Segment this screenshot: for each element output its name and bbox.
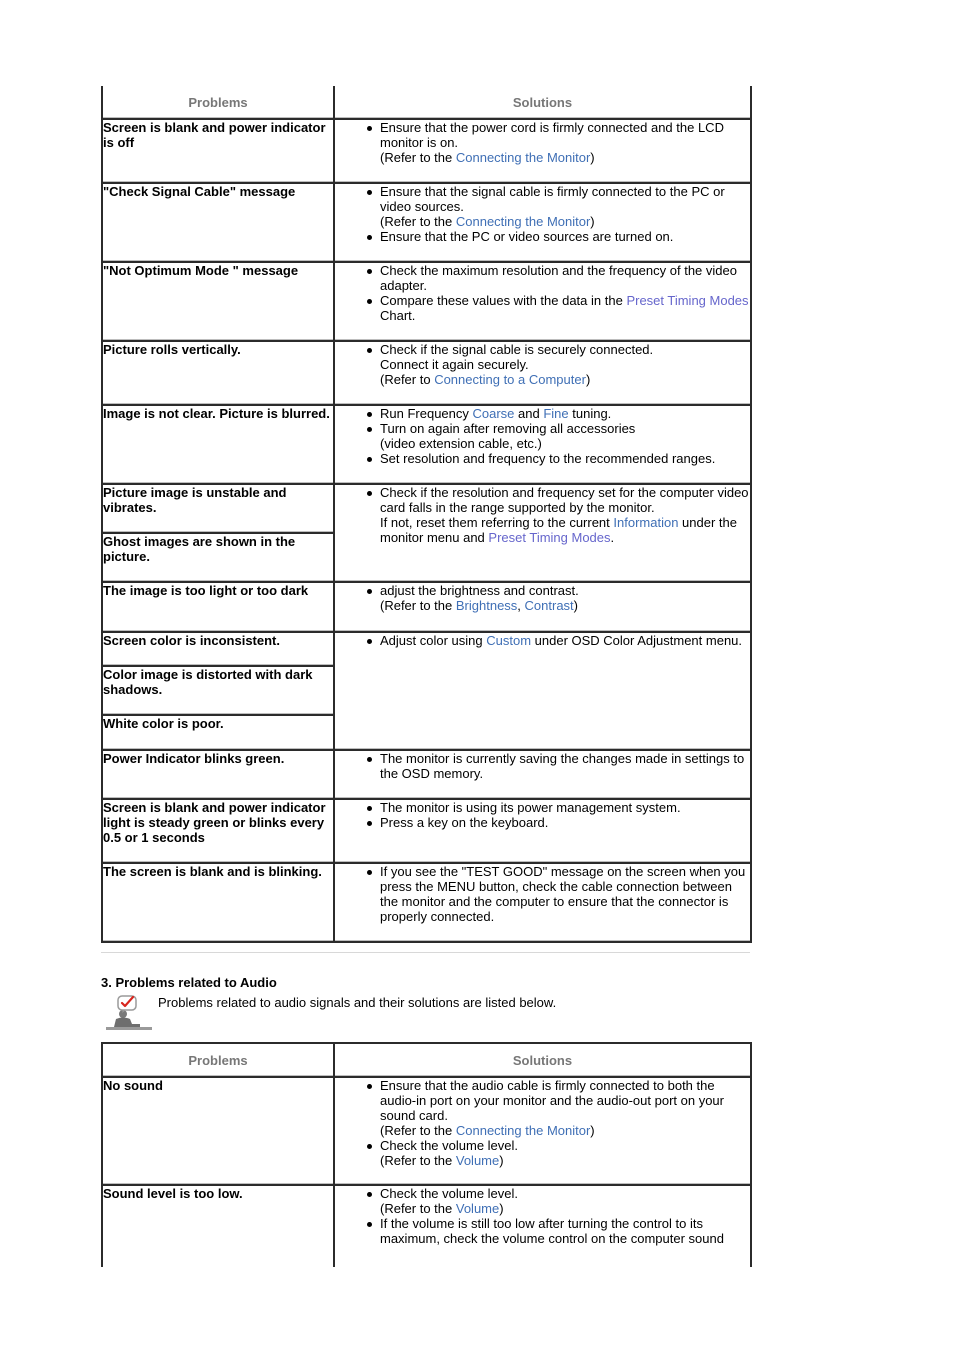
- table-row: Power Indicator blinks green. The monito…: [101, 749, 752, 800]
- problem-cell: "Check Signal Cable" message: [101, 182, 335, 263]
- problem-cell: White color is poor.: [101, 714, 335, 751]
- solution-item: The monitor is currently saving the chan…: [367, 751, 750, 781]
- solution-item: Ensure that the signal cable is firmly c…: [367, 184, 750, 229]
- solution-cell: Check the maximum resolution and the fre…: [333, 261, 752, 342]
- solution-item: Check if the signal cable is securely co…: [367, 342, 750, 387]
- problem-cell: No sound: [101, 1076, 335, 1186]
- solution-item: Run Frequency Coarse and Fine tuning.: [367, 406, 750, 421]
- page-cutoff: [0, 1267, 954, 1351]
- problem-cell: The screen is blank and is blinking.: [101, 862, 335, 943]
- note-checkmark-person-icon: [106, 995, 152, 1030]
- solution-cell: Ensure that the signal cable is firmly c…: [333, 182, 752, 263]
- link-preset-timing-modes[interactable]: Preset Timing Modes: [626, 293, 748, 308]
- table-row: The image is too light or too dark adjus…: [101, 581, 752, 633]
- solution-item: adjust the brightness and contrast. (Ref…: [367, 583, 750, 613]
- problem-cell: "Not Optimum Mode " message: [101, 261, 335, 342]
- solution-item: Check if the resolution and frequency se…: [367, 485, 749, 545]
- solution-item: Ensure that the audio cable is firmly co…: [367, 1078, 750, 1138]
- section-divider: [101, 952, 750, 953]
- display-problems-table: Problems Solutions Screen is blank and p…: [101, 86, 752, 943]
- solution-item: If you see the "TEST GOOD" message on th…: [367, 864, 750, 924]
- table-row: Picture image is unstable and vibrates. …: [101, 483, 752, 583]
- link-contrast[interactable]: Contrast: [525, 598, 574, 613]
- solution-item: Adjust color using Custom under OSD Colo…: [367, 633, 750, 648]
- link-connecting-to-a-computer[interactable]: Connecting to a Computer: [434, 372, 586, 387]
- solution-cell: Check if the signal cable is securely co…: [333, 340, 752, 406]
- solution-cell: adjust the brightness and contrast. (Ref…: [333, 581, 752, 633]
- link-connecting-the-monitor[interactable]: Connecting the Monitor: [456, 150, 590, 165]
- problem-cell: Ghost images are shown in the picture.: [101, 532, 335, 583]
- table-row: Image is not clear. Picture is blurred. …: [101, 404, 752, 485]
- solution-cell: If you see the "TEST GOOD" message on th…: [333, 862, 752, 943]
- solution-item: Check the volume level. (Refer to the Vo…: [367, 1138, 750, 1168]
- problem-cell: Picture image is unstable and vibrates.: [101, 483, 335, 534]
- solution-item: Ensure that the PC or video sources are …: [367, 229, 750, 244]
- problem-cell: Screen is blank and power indicator ligh…: [101, 798, 335, 864]
- table-row: "Check Signal Cable" message Ensure that…: [101, 182, 752, 263]
- table-row: The screen is blank and is blinking. If …: [101, 862, 752, 943]
- problem-cell: Image is not clear. Picture is blurred.: [101, 404, 335, 485]
- section-note: Problems related to audio signals and th…: [158, 995, 557, 1010]
- table-header-row: Problems Solutions: [101, 86, 752, 120]
- problem-cell: Picture rolls vertically.: [101, 340, 335, 406]
- table-row: Screen is blank and power indicator ligh…: [101, 798, 752, 864]
- link-information[interactable]: Information: [613, 515, 678, 530]
- header-problems: Problems: [101, 86, 335, 120]
- solution-item: The monitor is using its power managemen…: [367, 800, 750, 815]
- solution-item: Check the maximum resolution and the fre…: [367, 263, 750, 293]
- solution-cell: The monitor is currently saving the chan…: [333, 749, 752, 800]
- solution-item: Compare these values with the data in th…: [367, 293, 749, 323]
- link-volume[interactable]: Volume: [456, 1153, 499, 1168]
- link-coarse[interactable]: Coarse: [473, 406, 515, 421]
- link-custom[interactable]: Custom: [486, 633, 531, 648]
- link-connecting-the-monitor[interactable]: Connecting the Monitor: [456, 1123, 590, 1138]
- solution-item: Press a key on the keyboard.: [367, 815, 750, 830]
- table-row: No sound Ensure that the audio cable is …: [101, 1076, 752, 1186]
- solution-cell: Check if the resolution and frequency se…: [333, 483, 752, 583]
- link-connecting-the-monitor[interactable]: Connecting the Monitor: [456, 214, 590, 229]
- solution-item: Ensure that the power cord is firmly con…: [367, 120, 750, 165]
- solution-cell: Adjust color using Custom under OSD Colo…: [333, 631, 752, 751]
- section-title-audio: 3. Problems related to Audio: [101, 975, 277, 990]
- solution-item: If the volume is still too low after tur…: [367, 1216, 750, 1246]
- problem-cell: Power Indicator blinks green.: [101, 749, 335, 800]
- link-volume[interactable]: Volume: [456, 1201, 499, 1216]
- problem-cell: Screen is blank and power indicator is o…: [101, 118, 335, 184]
- table-row: Picture rolls vertically. Check if the s…: [101, 340, 752, 406]
- problem-cell: Color image is distorted with dark shado…: [101, 665, 335, 716]
- link-fine[interactable]: Fine: [543, 406, 568, 421]
- header-solutions: Solutions: [333, 86, 752, 120]
- table-row: "Not Optimum Mode " message Check the ma…: [101, 261, 752, 342]
- header-solutions: Solutions: [333, 1042, 752, 1078]
- problem-cell: The image is too light or too dark: [101, 581, 335, 633]
- table-row: Screen color is inconsistent. Adjust col…: [101, 631, 752, 751]
- table-header-row: Problems Solutions: [101, 1042, 752, 1078]
- solution-cell: Run Frequency Coarse and Fine tuning. Tu…: [333, 404, 752, 485]
- solution-item: Check the volume level. (Refer to the Vo…: [367, 1186, 750, 1216]
- solution-cell: Ensure that the audio cable is firmly co…: [333, 1076, 752, 1186]
- solution-item: Set resolution and frequency to the reco…: [367, 451, 750, 466]
- table-row: Screen is blank and power indicator is o…: [101, 118, 752, 184]
- problem-cell: Screen color is inconsistent.: [101, 631, 335, 667]
- link-brightness[interactable]: Brightness: [456, 598, 517, 613]
- header-problems: Problems: [101, 1042, 335, 1078]
- solution-cell: The monitor is using its power managemen…: [333, 798, 752, 864]
- audio-problems-table: Problems Solutions No sound Ensure that …: [101, 1042, 752, 1296]
- link-preset-timing-modes[interactable]: Preset Timing Modes: [488, 530, 610, 545]
- solution-item: Turn on again after removing all accesso…: [367, 421, 750, 451]
- solution-cell: Ensure that the power cord is firmly con…: [333, 118, 752, 184]
